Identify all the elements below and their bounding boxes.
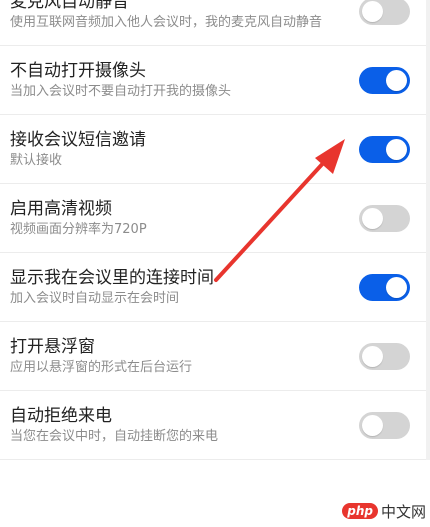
setting-description: 默认接收 <box>10 153 63 168</box>
setting-title: 打开悬浮窗 <box>10 337 95 357</box>
setting-row-reject-calls[interactable]: 自动拒绝来电 当您在会议中时，自动挂断您的来电 <box>0 391 430 460</box>
watermark-logo: php <box>342 503 378 519</box>
floating-window-toggle[interactable] <box>359 343 410 370</box>
setting-title: 不自动打开摄像头 <box>10 61 146 81</box>
hd-video-toggle[interactable] <box>359 205 410 232</box>
setting-title: 自动拒绝来电 <box>10 406 112 426</box>
settings-list: 麦克风自动静音 使用互联网音频加入他人会议时，我的麦克风自动静音 不自动打开摄像… <box>0 0 430 460</box>
setting-row-connection-time[interactable]: 显示我在会议里的连接时间 加入会议时自动显示在会时间 <box>0 253 430 322</box>
setting-description: 当您在会议中时，自动挂断您的来电 <box>10 429 219 444</box>
setting-description: 视频画面分辨率为720P <box>10 222 147 237</box>
mic-auto-mute-toggle[interactable] <box>359 0 410 25</box>
setting-row-sms-invite[interactable]: 接收会议短信邀请 默认接收 <box>0 115 430 184</box>
setting-row-camera-off[interactable]: 不自动打开摄像头 当加入会议时不要自动打开我的摄像头 <box>0 46 430 115</box>
setting-title: 启用高清视频 <box>10 199 112 219</box>
toggle-knob <box>386 277 407 298</box>
setting-row-hd-video[interactable]: 启用高清视频 视频画面分辨率为720P <box>0 184 430 253</box>
setting-title: 显示我在会议里的连接时间 <box>10 268 214 288</box>
setting-description: 加入会议时自动显示在会时间 <box>10 291 180 306</box>
toggle-knob <box>362 415 383 436</box>
setting-row-floating-window[interactable]: 打开悬浮窗 应用以悬浮窗的形式在后台运行 <box>0 322 430 391</box>
reject-calls-toggle[interactable] <box>359 412 410 439</box>
connection-time-toggle[interactable] <box>359 274 410 301</box>
toggle-knob <box>362 1 383 22</box>
toggle-knob <box>362 208 383 229</box>
setting-title: 接收会议短信邀请 <box>10 130 146 150</box>
sms-invite-toggle[interactable] <box>359 136 410 163</box>
setting-title: 麦克风自动静音 <box>10 0 129 12</box>
setting-description: 使用互联网音频加入他人会议时，我的麦克风自动静音 <box>10 15 323 30</box>
setting-row-mic-auto-mute[interactable]: 麦克风自动静音 使用互联网音频加入他人会议时，我的麦克风自动静音 <box>0 0 430 46</box>
site-watermark: php 中文网 <box>342 501 426 521</box>
watermark-text: 中文网 <box>380 502 426 521</box>
setting-description: 应用以悬浮窗的形式在后台运行 <box>10 360 193 375</box>
toggle-knob <box>362 346 383 367</box>
settings-page: 麦克风自动静音 使用互联网音频加入他人会议时，我的麦克风自动静音 不自动打开摄像… <box>0 0 430 527</box>
camera-off-toggle[interactable] <box>359 67 410 94</box>
scroll-edge <box>426 0 430 460</box>
toggle-knob <box>386 70 407 91</box>
toggle-knob <box>386 139 407 160</box>
setting-description: 当加入会议时不要自动打开我的摄像头 <box>10 84 232 99</box>
